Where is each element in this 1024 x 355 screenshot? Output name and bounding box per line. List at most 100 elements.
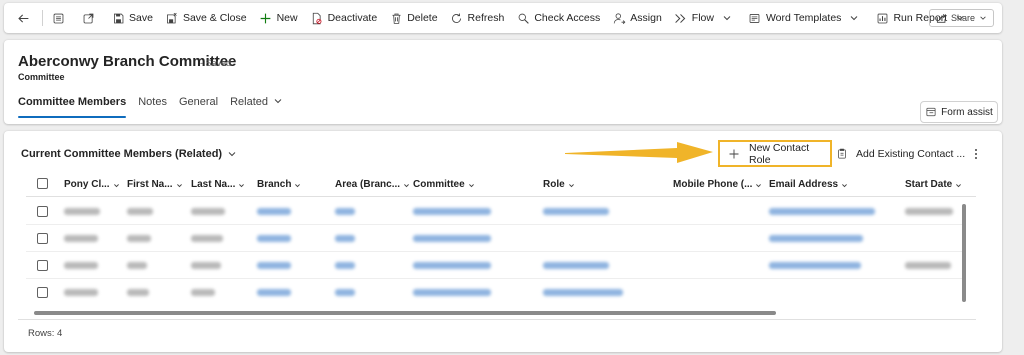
plus-icon (259, 11, 273, 25)
column-label: Mobile Phone (... (673, 179, 753, 190)
row-count: Rows: 4 (28, 328, 63, 339)
column-committee[interactable]: Committee (413, 179, 475, 190)
deactivate-button[interactable]: Deactivate (304, 3, 384, 33)
redacted-cell (905, 262, 951, 269)
column-branch[interactable]: Branch (257, 179, 301, 190)
redacted-cell (127, 262, 147, 269)
tab-committee-members[interactable]: Committee Members (18, 96, 127, 118)
redacted-link[interactable] (769, 235, 863, 242)
add-existing-label: Add Existing Contact ... (856, 148, 966, 160)
column-mobile-phone[interactable]: Mobile Phone (... (673, 179, 762, 190)
vertical-scrollbar[interactable] (962, 204, 966, 302)
new-button[interactable]: New (253, 3, 304, 33)
form-tabs: Committee Members Notes General Related (18, 96, 295, 118)
more-options-icon[interactable] (971, 146, 981, 162)
new-contact-role-button[interactable]: New Contact Role (718, 140, 832, 167)
row-checkbox[interactable] (37, 287, 48, 298)
chevron-down-icon (238, 181, 245, 188)
column-area[interactable]: Area (Branc... (335, 179, 410, 190)
redacted-link[interactable] (335, 235, 355, 242)
redacted-link[interactable] (335, 208, 355, 215)
add-existing-contact-button[interactable]: Add Existing Contact ... (836, 148, 965, 160)
subgrid-title[interactable]: Current Committee Members (Related) (21, 148, 237, 160)
deactivate-label: Deactivate (327, 12, 378, 24)
check-access-button[interactable]: Check Access (510, 3, 606, 33)
table-row[interactable] (26, 279, 962, 306)
tab-general[interactable]: General (179, 96, 218, 118)
tab-label: Committee Members (18, 96, 127, 108)
redacted-link[interactable] (335, 289, 355, 296)
key-search-icon (516, 11, 530, 25)
column-pony-club[interactable]: Pony Cl... (64, 179, 120, 190)
column-role[interactable]: Role (543, 179, 575, 190)
tab-related[interactable]: Related (230, 96, 283, 118)
back-button[interactable] (10, 3, 40, 33)
redacted-cell (64, 208, 100, 215)
redacted-link[interactable] (257, 262, 291, 269)
new-contact-role-label: New Contact Role (749, 141, 810, 166)
form-icon (51, 11, 65, 25)
column-label: Branch (257, 179, 292, 190)
chevron-down-icon (273, 96, 283, 106)
redacted-link[interactable] (543, 208, 609, 215)
column-first-name[interactable]: First Na... (127, 179, 183, 190)
select-all-checkbox[interactable] (37, 178, 48, 189)
table-row[interactable] (26, 198, 962, 225)
saved-status: - Saved (200, 58, 232, 68)
share-button[interactable]: Share (928, 9, 994, 27)
redacted-link[interactable] (413, 208, 491, 215)
back-arrow-icon (16, 11, 30, 25)
horizontal-scrollbar[interactable] (34, 311, 776, 315)
redacted-link[interactable] (769, 262, 861, 269)
redacted-link[interactable] (257, 235, 291, 242)
share-icon (936, 13, 947, 24)
redacted-cell (191, 289, 215, 296)
column-label: Role (543, 179, 565, 190)
redacted-cell (127, 208, 153, 215)
assign-button[interactable]: Assign (606, 3, 668, 33)
form-assist-button[interactable]: Form assist (920, 101, 998, 123)
chevron-down-icon (568, 181, 575, 188)
save-close-button[interactable]: Save & Close (159, 3, 253, 33)
redacted-link[interactable] (413, 289, 491, 296)
redacted-link[interactable] (257, 208, 291, 215)
column-label: Start Date (905, 179, 953, 190)
annotation-arrow-icon (565, 142, 713, 163)
redacted-link[interactable] (769, 208, 875, 215)
chevron-down-icon (849, 11, 859, 25)
chevron-down-icon (979, 14, 987, 22)
form-view-button[interactable] (45, 3, 75, 33)
row-checkbox[interactable] (37, 260, 48, 271)
word-templates-button[interactable]: Word Templates (742, 3, 869, 33)
table-row[interactable] (26, 252, 962, 279)
column-start-date[interactable]: Start Date (905, 179, 962, 190)
flow-button[interactable]: Flow (668, 3, 742, 33)
report-icon (875, 11, 889, 25)
form-assist-label: Form assist (941, 106, 993, 118)
column-last-name[interactable]: Last Na... (191, 179, 245, 190)
committee-members-subgrid: Current Committee Members (Related) New … (4, 131, 1002, 352)
save-button[interactable]: Save (105, 3, 159, 33)
redacted-link[interactable] (543, 262, 609, 269)
column-label: Email Address (769, 179, 839, 190)
delete-label: Delete (407, 12, 438, 24)
row-checkbox[interactable] (37, 233, 48, 244)
redacted-link[interactable] (413, 235, 491, 242)
tab-notes[interactable]: Notes (138, 96, 167, 118)
subgrid-title-label: Current Committee Members (Related) (21, 148, 223, 160)
table-row[interactable] (26, 225, 962, 252)
row-checkbox[interactable] (37, 206, 48, 217)
redacted-link[interactable] (257, 289, 291, 296)
deactivate-document-icon (310, 11, 324, 25)
delete-button[interactable]: Delete (383, 3, 443, 33)
save-label: Save (129, 12, 153, 24)
add-existing-icon (836, 148, 848, 160)
redacted-link[interactable] (335, 262, 355, 269)
new-label: New (276, 12, 298, 24)
refresh-button[interactable]: Refresh (444, 3, 511, 33)
open-new-window-button[interactable] (75, 3, 105, 33)
redacted-link[interactable] (413, 262, 491, 269)
column-email-address[interactable]: Email Address (769, 179, 848, 190)
redacted-link[interactable] (543, 289, 623, 296)
column-label: First Na... (127, 179, 173, 190)
